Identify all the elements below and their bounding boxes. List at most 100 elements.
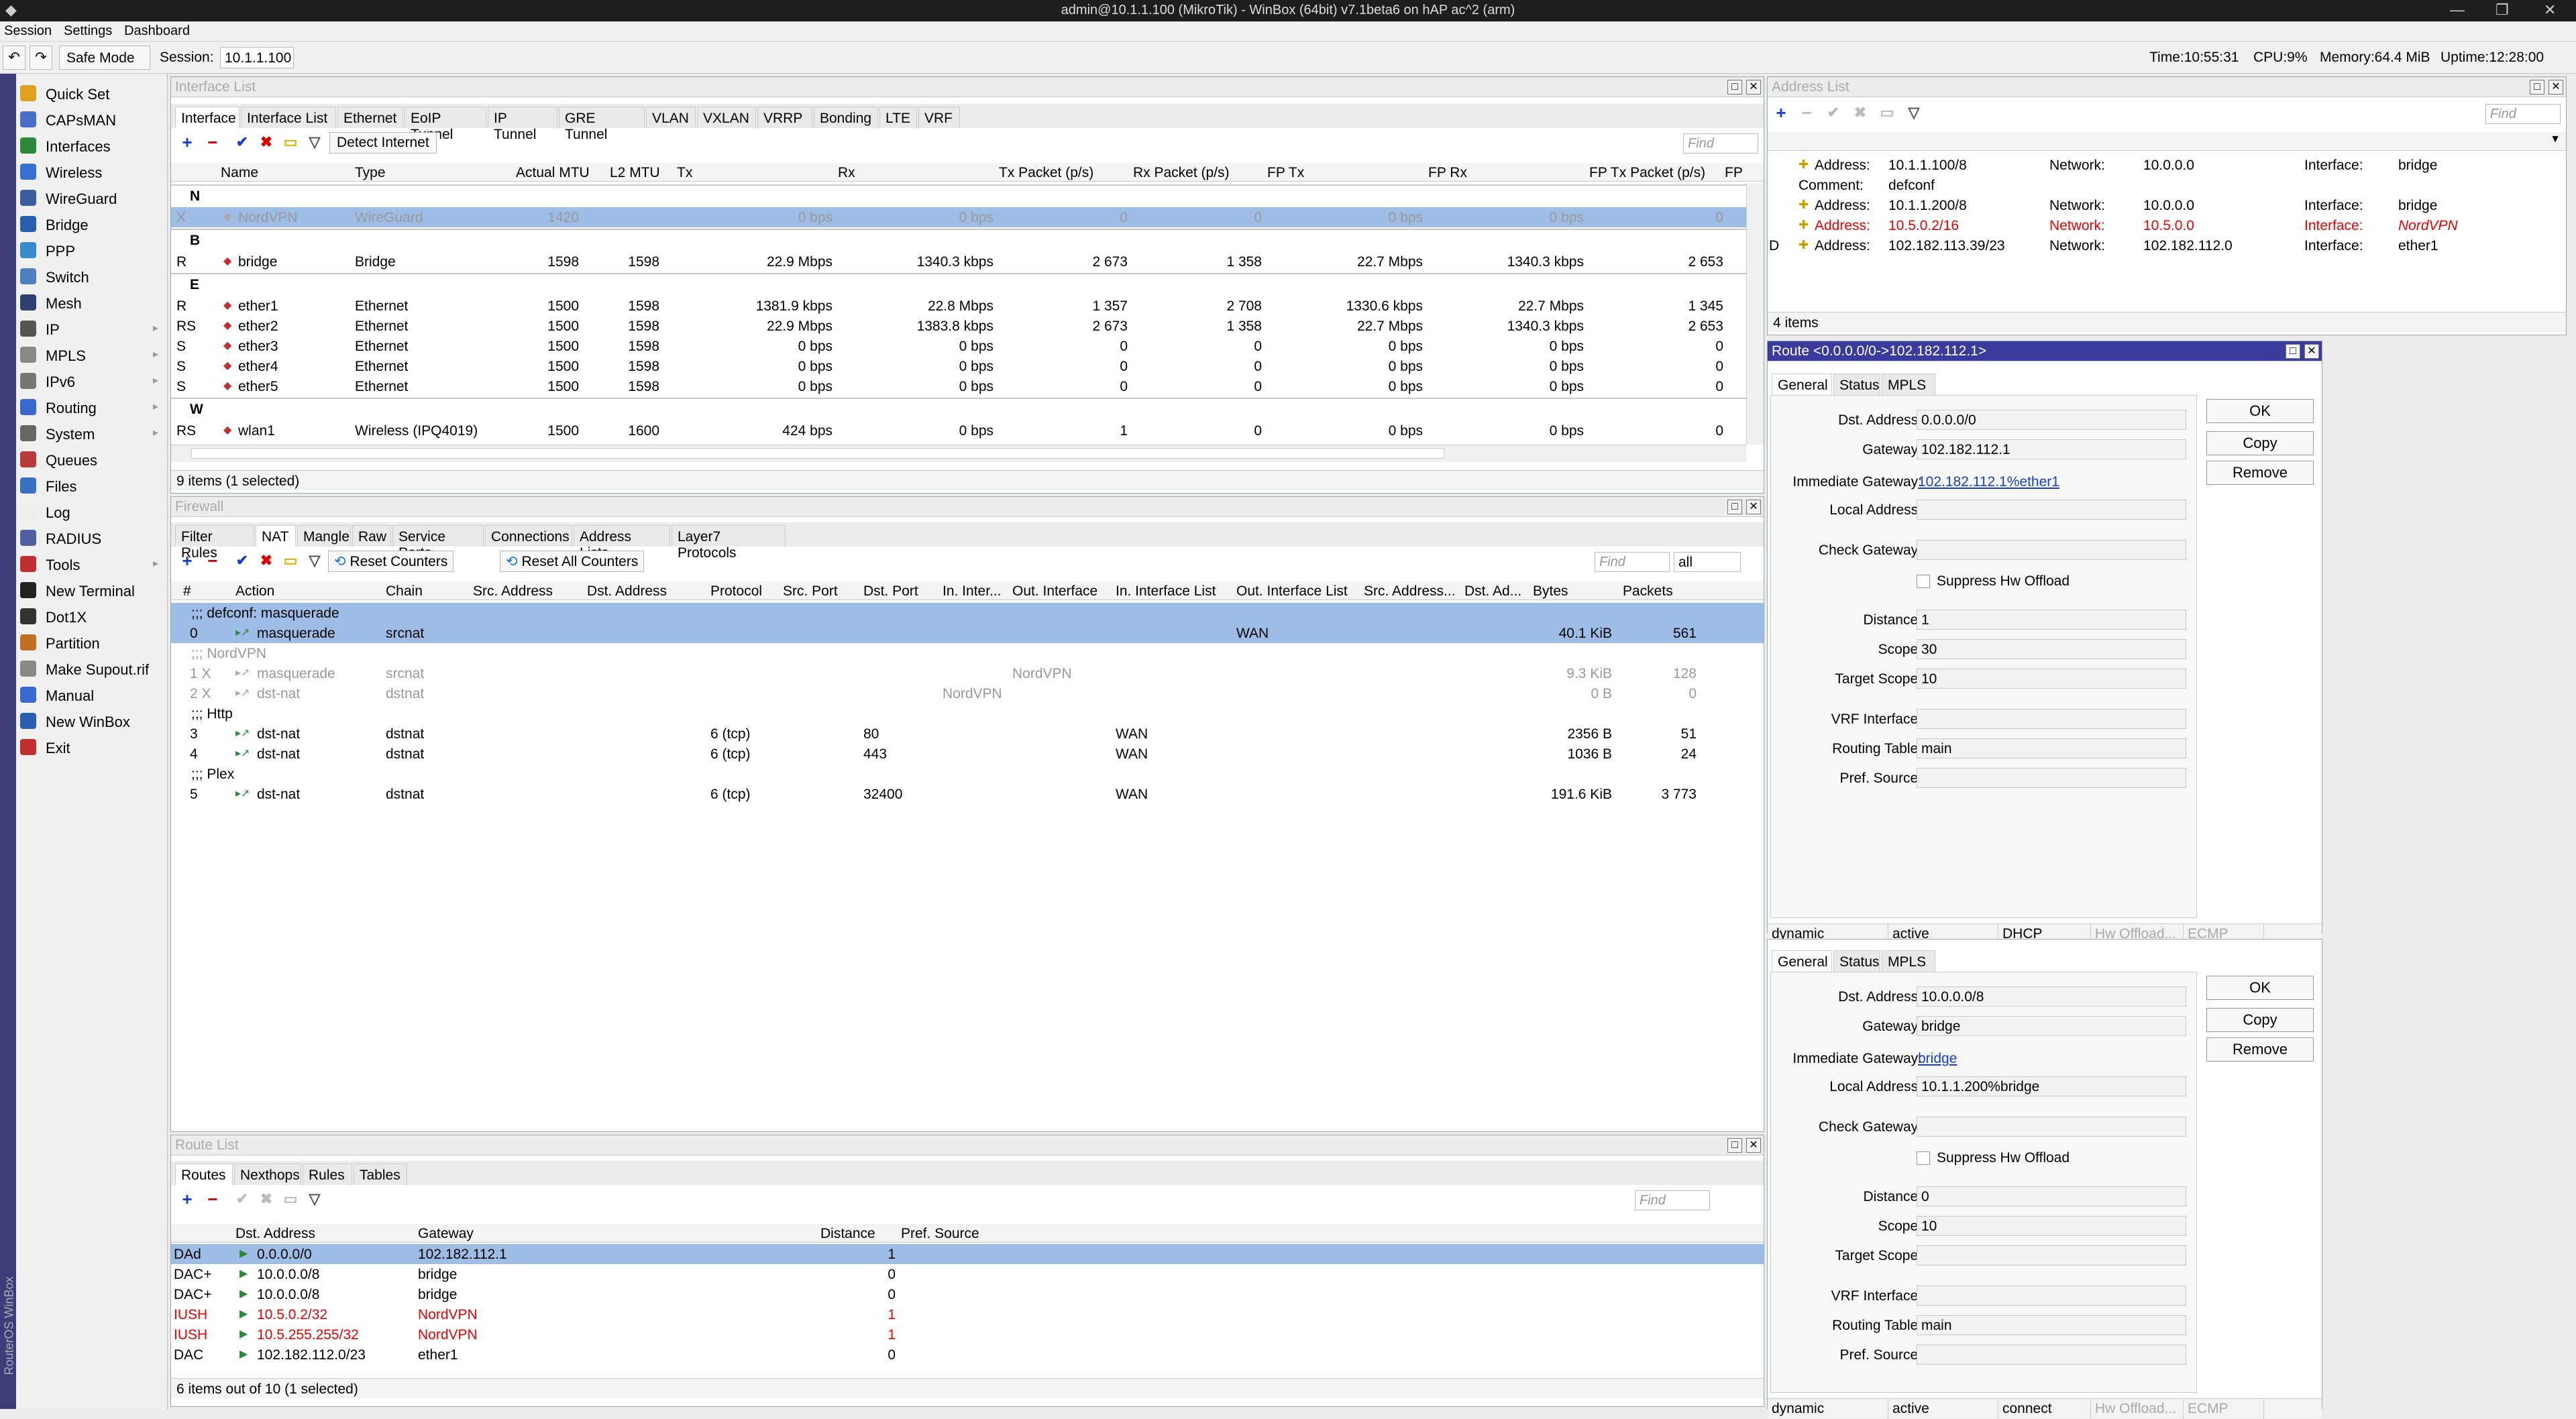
col-packets[interactable]: Packets [1623, 583, 1673, 600]
suppress-hw-offload-checkbox[interactable] [1917, 575, 1930, 588]
tab-vxlan[interactable]: VXLAN [697, 107, 756, 128]
field-gw[interactable]: bridge [1917, 1016, 2186, 1036]
tab-general[interactable]: General [1772, 950, 1832, 972]
filter-icon[interactable]: ▽ [304, 551, 325, 572]
firewall-title[interactable]: Firewall [171, 497, 1764, 517]
col-rx[interactable]: Rx [838, 165, 855, 181]
field-scope[interactable]: 10 [1917, 1216, 2186, 1236]
field-scope[interactable]: 30 [1917, 639, 2186, 659]
remove-icon[interactable]: − [202, 132, 223, 154]
table-row[interactable]: Rbridge Bridge 1598 1598 22.9 Mbps 1340.3 kbp… [171, 251, 1746, 272]
col-tx[interactable]: Tx [677, 165, 692, 181]
tab-eoip-tunnel[interactable]: EoIP Tunnel [405, 107, 486, 142]
disable-icon[interactable]: ✖ [256, 1189, 277, 1210]
col-chain[interactable]: Chain [386, 583, 423, 600]
field-pref[interactable] [1917, 768, 2186, 788]
sidebar-item-partition[interactable]: Partition [17, 630, 166, 655]
tab-connections[interactable]: Connections [485, 525, 572, 547]
table-row[interactable]: DAC+ ▶ 10.0.0.0/8 bridge 0 [171, 1264, 1764, 1284]
sidebar-item-ipv6[interactable]: IPv6 ▸ [17, 368, 166, 394]
table-row[interactable]: DAd ▶ 0.0.0.0/0 102.182.112.1 1 [171, 1244, 1764, 1264]
remove-icon[interactable]: − [202, 551, 223, 572]
maximize-icon[interactable]: □ [1727, 500, 1742, 514]
maximize-icon[interactable]: □ [2286, 344, 2300, 359]
sidebar-item-routing[interactable]: Routing ▸ [17, 394, 166, 420]
tab-lte[interactable]: LTE [879, 107, 917, 128]
field-distance[interactable]: 0 [1917, 1186, 2186, 1206]
comment-icon[interactable]: ▭ [1876, 103, 1898, 124]
field-table[interactable]: main [1917, 1315, 2186, 1335]
safe-mode-button[interactable]: Safe Mode [59, 46, 150, 70]
enable-icon[interactable]: ✔ [1823, 103, 1844, 124]
col-l2-mtu[interactable]: L2 MTU [610, 165, 660, 181]
disable-icon[interactable]: ✖ [256, 551, 277, 572]
table-row[interactable]: DAC+ ▶ 10.0.0.0/8 bridge 0 [171, 1284, 1764, 1304]
sidebar-item-ppp[interactable]: PPP [17, 237, 166, 263]
rule-comment[interactable]: ;;; defconf: masquerade [171, 603, 1764, 623]
tab-status[interactable]: Status [1833, 374, 1880, 395]
table-row[interactable]: ✚ Address: 10.1.1.100/8 Network: 10.0.0.0 Int… [1768, 155, 2566, 175]
col-in-interface[interactable]: In. Inter... [943, 583, 1010, 600]
sidebar-item-ip[interactable]: IP ▸ [17, 316, 166, 341]
table-row[interactable]: ✚ Address: 10.5.0.2/16 Network: 10.5.0.0 Inte… [1768, 215, 2566, 235]
table-row[interactable]: D ✚ Address: 102.182.113.39/23 Network: 102.1… [1768, 235, 2566, 256]
sidebar-item-wireguard[interactable]: WireGuard [17, 185, 166, 211]
col-number[interactable]: # [183, 583, 191, 600]
column-menu-icon[interactable]: ▼ [2550, 133, 2561, 146]
table-row[interactable]: IUSH ▶ 10.5.0.2/32 NordVPN 1 [171, 1304, 1764, 1324]
scrollbar-thumb[interactable] [191, 448, 1444, 459]
close-icon[interactable]: ✕ [1746, 500, 1761, 514]
maximize-icon[interactable]: □ [1727, 1138, 1742, 1153]
col-bytes[interactable]: Bytes [1533, 583, 1568, 600]
find-input[interactable]: Find [1683, 133, 1758, 154]
ok-button[interactable]: OK [2206, 976, 2314, 1000]
sidebar-item-make-supout-rif[interactable]: Make Supout.rif [17, 656, 166, 681]
col-protocol[interactable]: Protocol [710, 583, 762, 600]
col-src-address[interactable]: Src. Address [473, 583, 580, 600]
tab-rules[interactable]: Rules [303, 1163, 352, 1185]
tab-raw[interactable]: Raw [352, 525, 391, 547]
remove-icon[interactable]: − [202, 1189, 223, 1210]
find-input[interactable]: Find [1595, 552, 1670, 572]
table-row[interactable]: ▸↗ 5 dst-nat dstnat 6 (tcp) 32400 WAN 191.6 KiB… [171, 784, 1764, 804]
sidebar-item-quick-set[interactable]: Quick Set [17, 80, 166, 106]
col-src-address-list[interactable]: Src. Address... [1364, 583, 1462, 600]
table-row[interactable]: DAC ▶ 102.182.112.0/23 ether1 0 [171, 1345, 1764, 1365]
add-icon[interactable]: + [176, 132, 198, 154]
col-src-port[interactable]: Src. Port [783, 583, 838, 600]
sidebar-item-queues[interactable]: Queues [17, 447, 166, 472]
maximize-icon[interactable]: □ [1727, 80, 1742, 95]
filter-icon[interactable]: ▽ [304, 132, 325, 154]
tab-mpls[interactable]: MPLS [1882, 374, 1935, 395]
sidebar-item-mesh[interactable]: Mesh [17, 290, 166, 315]
immediate-gateway-link[interactable]: 102.182.112.1%ether1 [1918, 474, 2059, 490]
enable-icon[interactable]: ✔ [231, 132, 253, 154]
field-local[interactable] [1917, 500, 2186, 520]
rule-comment[interactable]: ;;; NordVPN [171, 643, 1764, 663]
remove-button[interactable]: Remove [2206, 1037, 2314, 1062]
tab-mpls[interactable]: MPLS [1882, 950, 1935, 972]
sidebar-item-switch[interactable]: Switch [17, 264, 166, 289]
tab-filter-rules[interactable]: Filter Rules [175, 525, 254, 561]
field-check[interactable] [1917, 540, 2186, 560]
table-row[interactable]: ▸↗ 1 X masquerade srcnat NordVPN 9.3 KiB 128 [171, 663, 1764, 683]
sidebar-item-log[interactable]: Log [17, 499, 166, 524]
vertical-scrollbar[interactable] [1746, 183, 1764, 445]
comment-icon[interactable]: ▭ [280, 551, 301, 572]
filter-select[interactable]: all [1674, 552, 1741, 572]
table-row[interactable]: ▸↗ 2 X dst-nat dstnat NordVPN 0 B 0 [171, 683, 1764, 703]
immediate-gateway-link[interactable]: bridge [1918, 1051, 1957, 1067]
field-check[interactable] [1917, 1117, 2186, 1137]
col-pref-source[interactable]: Pref. Source [901, 1226, 979, 1242]
field-table[interactable]: main [1917, 738, 2186, 758]
sidebar-item-dot1x[interactable]: Dot1X [17, 604, 166, 629]
field-vrf[interactable] [1917, 709, 2186, 729]
comment-icon[interactable]: ▭ [280, 132, 301, 154]
col-dst-address-list[interactable]: Dst. Ad... [1464, 583, 1529, 600]
field-dst[interactable]: 0.0.0.0/0 [1917, 410, 2186, 430]
col-type[interactable]: Type [355, 165, 386, 181]
tab-routes[interactable]: Routes [175, 1163, 233, 1185]
enable-icon[interactable]: ✔ [231, 551, 253, 572]
tab-status[interactable]: Status [1833, 950, 1880, 972]
tab-ethernet[interactable]: Ethernet [337, 107, 403, 128]
